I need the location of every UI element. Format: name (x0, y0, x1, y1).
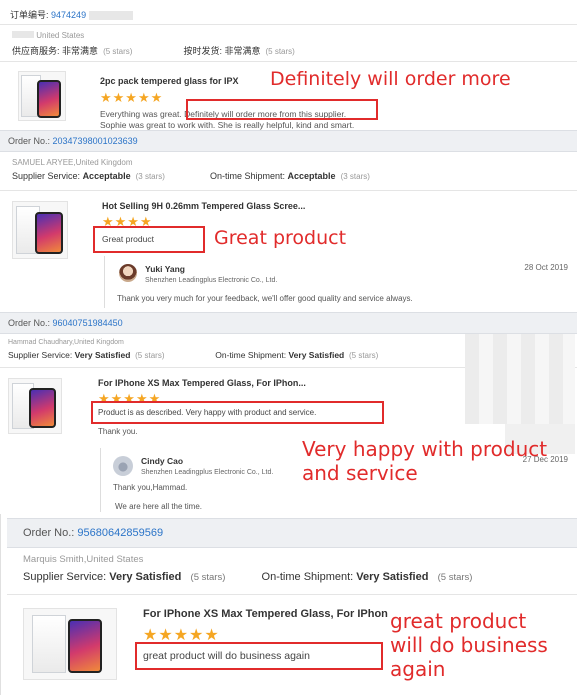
review-text-2: Sophie was great to work with. She is re… (100, 120, 355, 130)
reply-text-2: We are here all the time. (115, 502, 203, 511)
avatar (119, 264, 137, 282)
buyer-info: Hammad Chaudhary,United Kingdom (8, 339, 124, 346)
review-block-1: 订单编号: 9474249 United States 供应商服务: 非常满意 … (0, 0, 577, 132)
redacted-area (88, 11, 133, 21)
redacted-area (465, 334, 575, 424)
annotation-text: great product will do business again (390, 609, 548, 681)
product-thumbnail[interactable] (8, 378, 62, 434)
order-bar: Order No.: 95680642859569 (7, 518, 577, 548)
buyer-info: Marquis Smith,United States (23, 554, 144, 565)
review-block-4: Order No.: 95680642859569 Marquis Smith,… (0, 514, 577, 695)
redacted-name (12, 31, 34, 38)
rating-row: Supplier Service: Acceptable (3 stars) O… (12, 171, 370, 181)
order-number-row: 订单编号: 9474249 (10, 8, 133, 21)
rating-stars: ★★★★★ (100, 90, 164, 105)
reply-author: Cindy Cao (141, 456, 184, 466)
buyer-info: SAMUEL ARYEE,United Kingdom (12, 158, 133, 167)
buyer-info: United States (12, 31, 84, 40)
product-title[interactable]: 2pc pack tempered glass for IPX (100, 76, 239, 86)
highlight-box (93, 226, 205, 253)
reply-date: 28 Oct 2019 (524, 263, 568, 272)
phone-image (29, 388, 56, 428)
highlight-box (135, 642, 383, 670)
annotation-line-1: great product (390, 609, 527, 633)
product-thumbnail[interactable] (23, 608, 117, 680)
order-number-link[interactable]: 96040751984450 (53, 318, 123, 328)
annotation-line-1: Very happy with product (302, 437, 548, 461)
annotation-line-2: will do business (390, 633, 548, 657)
reply-author: Yuki Yang (145, 264, 186, 274)
phone-image (68, 619, 102, 673)
rating-row: Supplier Service: Very Satisfied (5 star… (23, 571, 473, 583)
rating-row: 供应商服务: 非常满意 (5 stars) 按时发货: 非常满意 (5 star… (12, 46, 295, 56)
reply-text: Thank you very much for your feedback, w… (117, 294, 413, 303)
reply-text: Thank you,Hammad. (113, 483, 188, 492)
annotation-text: Definitely will order more (270, 68, 511, 90)
product-title[interactable]: For IPhone XS Max Tempered Glass, For IP… (143, 608, 388, 620)
product-thumbnail[interactable] (12, 201, 68, 259)
product-thumbnail[interactable] (18, 71, 66, 121)
seller-reply: Yuki Yang Shenzhen Leadingplus Electroni… (104, 256, 574, 308)
annotation-line-2: and service (302, 461, 418, 485)
product-title[interactable]: For IPhone XS Max Tempered Glass, For IP… (98, 378, 306, 388)
annotation-line-3: again (390, 657, 446, 681)
review-block-3: Hammad Chaudhary,United Kingdom Supplier… (0, 334, 577, 514)
reply-company: Shenzhen Leadingplus Electronic Co., Ltd… (145, 277, 278, 284)
product-title[interactable]: Hot Selling 9H 0.26mm Tempered Glass Scr… (102, 201, 305, 211)
phone-image (37, 80, 61, 118)
phone-image (35, 212, 63, 254)
order-bar: Order No.: 96040751984450 (0, 312, 577, 334)
reply-company: Shenzhen Leadingplus Electronic Co., Ltd… (141, 469, 274, 476)
annotation-text: Very happy with product and service (302, 437, 547, 485)
annotation-text: Great product (214, 227, 347, 249)
order-number-link[interactable]: 95680642859569 (77, 527, 163, 539)
highlight-box (186, 99, 378, 120)
order-bar: Order No.: 20347398001023639 (0, 130, 577, 152)
rating-row: Supplier Service: Very Satisfied (5 star… (8, 350, 379, 360)
highlight-box (91, 401, 384, 424)
order-number-link[interactable]: 20347398001023639 (53, 136, 138, 146)
order-number-link[interactable]: 9474249 (51, 10, 86, 20)
avatar (113, 456, 133, 476)
review-extra-text: Thank you. (98, 427, 138, 436)
order-label: 订单编号: (10, 10, 49, 20)
review-block-2: SAMUEL ARYEE,United Kingdom Supplier Ser… (0, 152, 577, 312)
